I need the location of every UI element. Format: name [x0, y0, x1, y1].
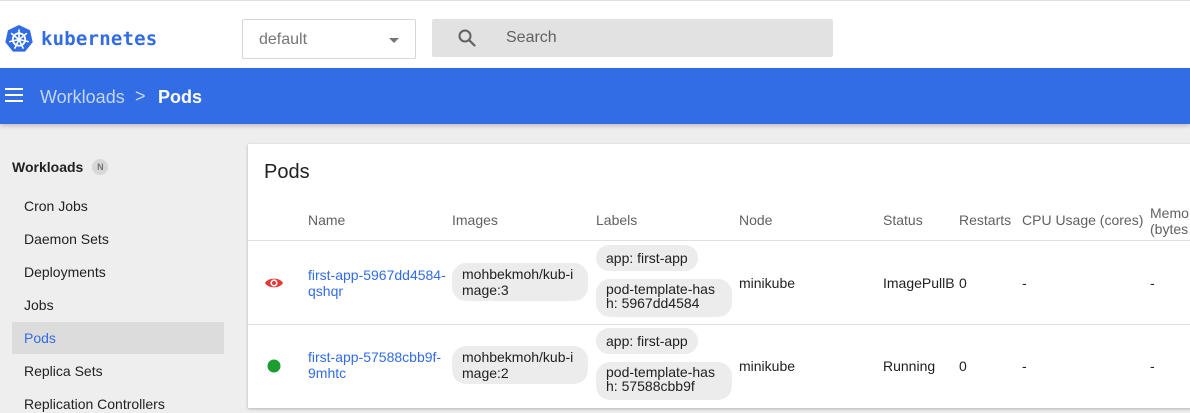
status-cell: ImagePullB	[883, 275, 955, 291]
node-cell: minikube	[739, 275, 796, 291]
column-header-restarts: Restarts	[959, 212, 1012, 228]
memory-cell: -	[1150, 275, 1155, 291]
sidebar-section-label: Workloads	[12, 159, 84, 175]
label-chip: pod-template-hash: 57588cbb9f	[596, 362, 732, 400]
pod-name-link[interactable]: first-app-57588cbb9f-9mhtc	[308, 349, 448, 381]
restarts-cell: 0	[959, 275, 967, 291]
card-title: Pods	[264, 161, 310, 183]
sidebar-item-daemon-sets[interactable]: Daemon Sets	[12, 223, 224, 255]
kubernetes-logo[interactable]: kubernetes	[4, 23, 157, 55]
top-bar: kubernetes default	[0, 0, 1190, 68]
sidebar-item-cron-jobs[interactable]: Cron Jobs	[12, 190, 224, 222]
namespace-value: default	[259, 31, 308, 48]
running-dot-icon	[267, 359, 281, 373]
breadcrumb-separator-icon: >	[135, 86, 146, 106]
namespaced-badge: N	[92, 159, 109, 175]
kubernetes-wheel-icon	[5, 25, 33, 52]
breadcrumb-current: Pods	[158, 87, 203, 107]
dropdown-arrow-icon	[389, 38, 399, 43]
sidebar-item-replica-sets[interactable]: Replica Sets	[12, 355, 224, 387]
pod-name-link[interactable]: first-app-5967dd4584-qshqr	[308, 267, 448, 299]
column-header-images: Images	[452, 212, 498, 228]
sidebar-section-workloads[interactable]: Workloads N	[12, 159, 109, 175]
breadcrumb-workloads[interactable]: Workloads	[40, 87, 125, 108]
sidebar-item-pods[interactable]: Pods	[12, 322, 224, 354]
table-row[interactable]: first-app-57588cbb9f-9mhtc mohbekmoh/kub…	[248, 325, 1190, 408]
label-chip: pod-template-hash: 5967dd4584	[596, 279, 732, 317]
label-chip: app: first-app	[596, 245, 698, 271]
restarts-cell: 0	[959, 358, 967, 374]
image-chip: mohbekmoh/kub-image:3	[452, 263, 588, 301]
table-row[interactable]: first-app-5967dd4584-qshqr mohbekmoh/kub…	[248, 241, 1190, 324]
cpu-cell: -	[1022, 275, 1027, 291]
eye-icon	[265, 278, 283, 288]
column-header-status: Status	[883, 212, 923, 228]
column-header-node: Node	[739, 212, 773, 228]
column-header-memory: Memo (bytes	[1150, 205, 1189, 237]
column-header-cpu: CPU Usage (cores)	[1022, 212, 1144, 228]
memory-cell: -	[1150, 358, 1155, 374]
label-chip: app: first-app	[596, 328, 698, 354]
brand-name: kubernetes	[41, 28, 158, 50]
status-cell: Running	[883, 358, 936, 374]
sidebar-item-replication-controllers[interactable]: Replication Controllers	[12, 388, 224, 413]
image-chip: mohbekmoh/kub-image:2	[452, 346, 588, 384]
search-box[interactable]	[432, 19, 833, 57]
sidebar-item-jobs[interactable]: Jobs	[12, 289, 224, 321]
cpu-cell: -	[1022, 358, 1027, 374]
node-cell: minikube	[739, 358, 796, 374]
sidebar-item-deployments[interactable]: Deployments	[12, 256, 224, 288]
sidebar: Workloads N Cron Jobs Daemon Sets Deploy…	[0, 124, 236, 413]
hamburger-menu-icon[interactable]	[5, 88, 23, 102]
namespace-select[interactable]: default	[242, 19, 416, 59]
search-input[interactable]	[506, 19, 816, 57]
column-header-labels: Labels	[596, 212, 638, 228]
pods-card: Pods Name Images Labels Node Status Rest…	[248, 144, 1190, 408]
breadcrumb-bar: Workloads > Pods	[0, 68, 1190, 124]
search-icon	[458, 29, 476, 47]
column-header-name[interactable]: Name	[308, 212, 345, 228]
